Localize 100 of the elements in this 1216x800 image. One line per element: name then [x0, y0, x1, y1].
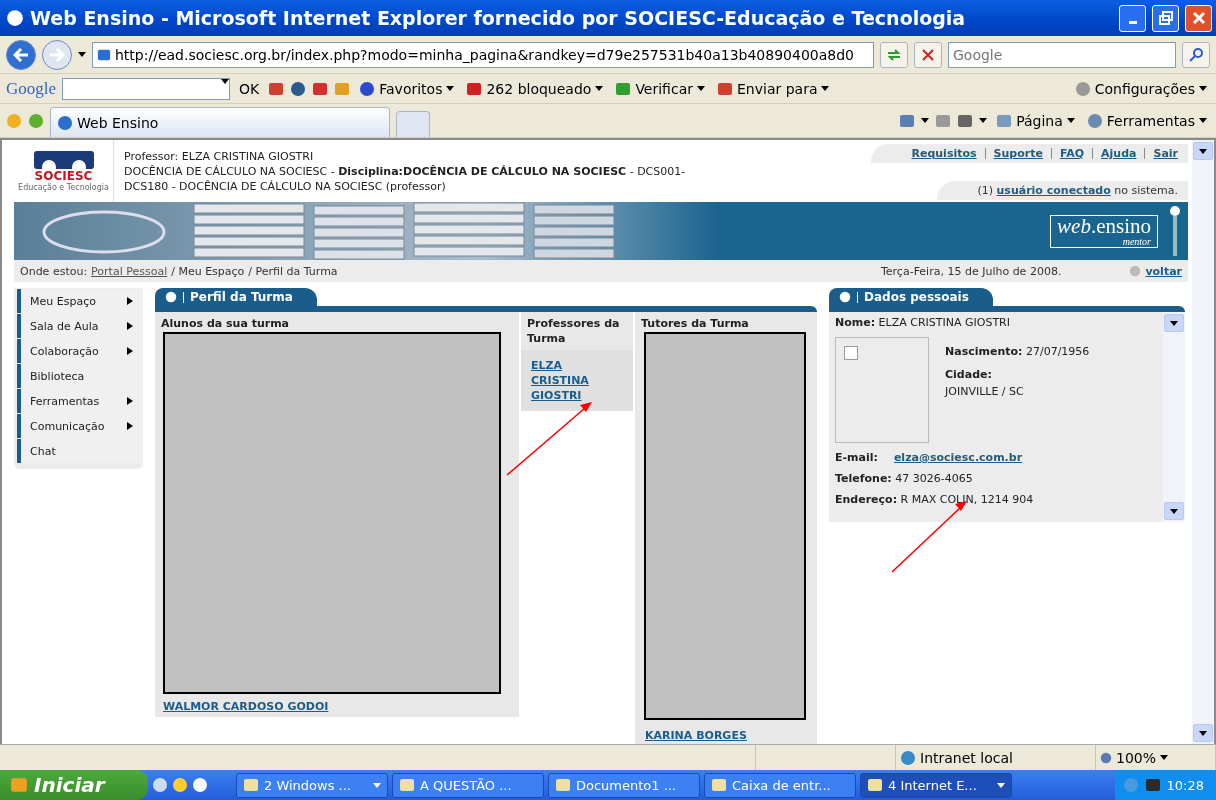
refresh-icon [886, 47, 902, 62]
column-heading: Alunos da sua turma [160, 316, 291, 332]
course-line: DCS180 - DOCÊNCIA DE CÁLCULO NA SOCIESC (professor) [124, 179, 447, 193]
scroll-down-button[interactable] [1193, 724, 1213, 742]
name-field: Nome: ELZA CRISTINA GIOSTRI [835, 316, 1157, 329]
menu-item[interactable]: Sala de Aula [17, 314, 143, 338]
clock: 10:28 [1166, 777, 1204, 793]
search-icon [1189, 47, 1203, 62]
start-button[interactable]: Iniciar [0, 770, 148, 800]
menu-item[interactable]: Comunicação [17, 414, 143, 438]
professor-name: Professor: ELZA CRISTINA GIOSTRI [124, 149, 315, 163]
birth-field: Nascimento: 27/07/1956 [945, 345, 1090, 358]
logo-subtitle: Educação e Tecnologia [18, 182, 109, 192]
menu-item[interactable]: Meu Espaço [17, 289, 143, 313]
address-field: Endereço: R MAX COLIN, 1214 904 [835, 493, 1157, 506]
toolbar-button[interactable]: Verificar [612, 80, 708, 97]
caret-icon [78, 52, 86, 57]
course-line: DOCÊNCIA DE CÁLCULO NA SOCIESC - Disciplina:DOCÊNCIA DE CÁLCULO NA SOCIESC - DCS001- [124, 164, 687, 178]
broken-image-icon [844, 346, 858, 360]
caret-icon [595, 86, 604, 91]
zoom-level: 100% [1116, 749, 1157, 766]
brand-logo: web.ensino mentor [1050, 214, 1158, 248]
caret-icon [821, 86, 830, 91]
caret-icon [1160, 755, 1169, 760]
caret-icon [1199, 86, 1207, 91]
address-field[interactable]: http://ead.sociesc.org.br/index.php?modo=minha_pagina&randkey=d79e257531b40a13b40890400a8d0 [92, 41, 874, 68]
stop-button[interactable] [914, 41, 942, 68]
toolbar-button[interactable]: 262 bloqueado [463, 80, 607, 97]
city-value: JOINVILLE / SC [945, 385, 1025, 398]
phone-field: Telefone: 47 3026-4065 [835, 472, 1157, 485]
breadcrumb-item: / Perfil da Turma [248, 264, 338, 278]
header-link[interactable]: FAQ [1059, 147, 1085, 160]
caret-icon [1199, 118, 1207, 123]
caret-icon [1199, 730, 1207, 736]
column-heading: Professores da Turma [526, 316, 621, 347]
caret-icon [1170, 508, 1178, 514]
browser-tab[interactable]: Web Ensino [50, 107, 390, 137]
ok-button[interactable]: OK [236, 80, 263, 97]
scroll-down-button[interactable] [1164, 502, 1184, 520]
forward-arrow-icon [49, 47, 65, 62]
column-heading: Tutores da Turma [640, 316, 750, 332]
date-text: Terça-Feira, 15 de Julho de 2008. [880, 264, 1062, 278]
taskbar-button[interactable]: A QUESTÃO ... [392, 772, 544, 798]
caret-icon [446, 86, 455, 91]
tutor-link[interactable]: KARINA BORGES [645, 729, 807, 742]
breadcrumb-link[interactable]: Portal Pessoal [91, 264, 168, 278]
toolbar-button[interactable]: Favoritos [356, 80, 458, 97]
logo-text: SOCIESC [34, 168, 93, 183]
email-label: E-mail: [835, 451, 878, 464]
caret-icon [979, 118, 988, 123]
back-link[interactable]: voltar [1145, 264, 1182, 278]
student-link[interactable]: WALMOR CARDOSO GODOI [163, 700, 511, 713]
header-link[interactable]: Requisitos [911, 147, 977, 160]
online-users-link[interactable]: usuário conectado [996, 184, 1111, 197]
search-field[interactable]: Google [948, 41, 1176, 68]
breadcrumb-label: Onde estou: [20, 264, 88, 278]
breadcrumb-item: / Meu Espaço [171, 264, 245, 278]
taskbar-button[interactable]: 4 Internet E... [860, 772, 1012, 798]
city-label: Cidade: [945, 368, 993, 381]
header-link[interactable]: Ajuda [1101, 147, 1137, 160]
refresh-button[interactable] [880, 41, 908, 68]
toolbar-button[interactable]: Enviar para [714, 80, 833, 97]
window-title: Web Ensino - Microsoft Internet Explorer fornecido por SOCIESC-Educação e Tecnologia [30, 7, 967, 29]
taskbar-button[interactable]: Documento1 ... [548, 772, 700, 798]
back-button[interactable] [6, 39, 36, 70]
stop-icon [922, 48, 934, 61]
email-link[interactable]: elza@sociesc.com.br [893, 451, 1023, 464]
caret-icon [221, 78, 230, 84]
online-users-text: (1) usuário conectado no sistema. [977, 184, 1178, 197]
menu-item[interactable]: Colaboração [17, 339, 143, 363]
google-logo: Google [6, 78, 57, 99]
menu-item[interactable]: Chat [17, 439, 143, 463]
settings-button[interactable]: Configurações [1071, 80, 1210, 97]
scroll-up-button[interactable] [1193, 142, 1213, 160]
restore-button[interactable] [1152, 4, 1179, 32]
command-button[interactable]: Página [993, 112, 1078, 129]
taskbar-button[interactable]: Caixa de entr... [704, 772, 856, 798]
caret-icon [697, 86, 705, 91]
minimize-icon [1128, 21, 1137, 24]
caret-icon [921, 118, 930, 123]
close-icon [1191, 11, 1206, 25]
forward-button[interactable] [42, 39, 72, 70]
caret-icon [1199, 148, 1207, 154]
header-link[interactable]: Sair [1153, 147, 1178, 160]
page-scrollbar[interactable] [1192, 140, 1214, 744]
menu-item[interactable]: Biblioteca [17, 364, 143, 388]
caret-icon [1066, 118, 1075, 123]
search-button[interactable] [1182, 41, 1210, 68]
scrollbar[interactable] [1163, 312, 1185, 522]
command-button[interactable]: Ferramentas [1083, 112, 1210, 129]
scroll-up-button[interactable] [1164, 314, 1184, 332]
header-link[interactable]: Suporte [993, 147, 1043, 160]
slider-icon [1170, 206, 1180, 256]
google-search-field[interactable] [62, 77, 231, 100]
close-button[interactable] [1185, 4, 1212, 32]
taskbar-button[interactable]: 2 Windows ... [236, 772, 388, 798]
back-arrow-icon [13, 47, 29, 62]
minimize-button[interactable] [1119, 4, 1146, 32]
caret-icon [1170, 320, 1178, 326]
menu-item[interactable]: Ferramentas [17, 389, 143, 413]
